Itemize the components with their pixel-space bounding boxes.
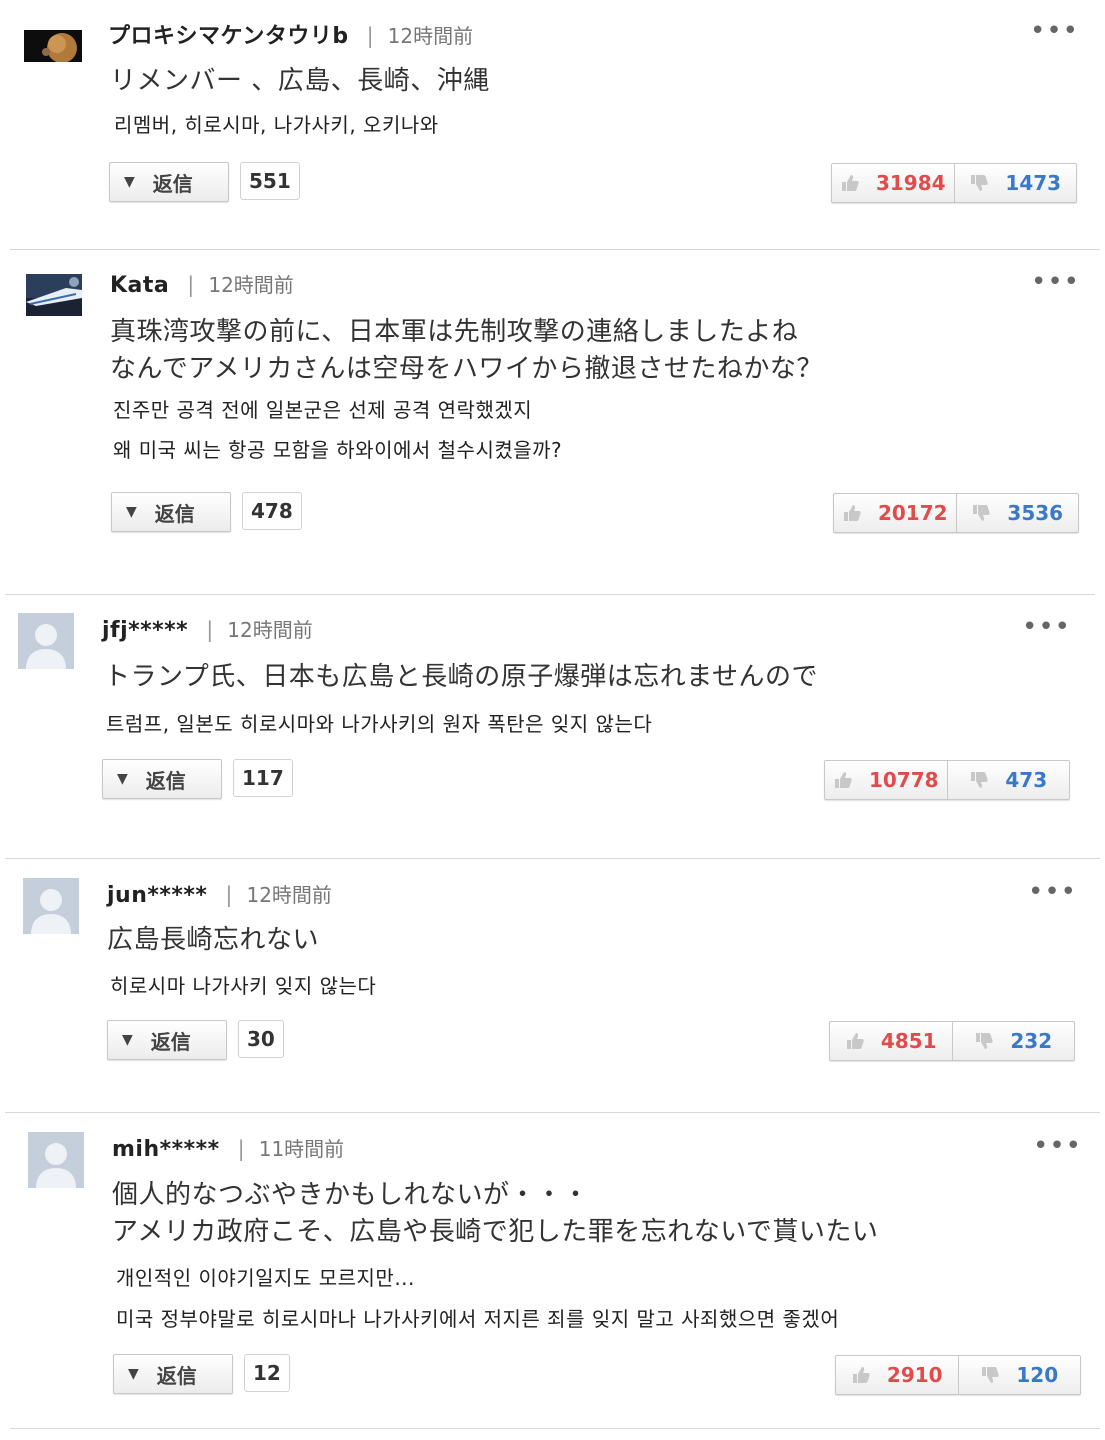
reply-button[interactable]: ▼ 返信 [109, 162, 229, 202]
username[interactable]: Kata [110, 273, 169, 298]
dislike-button[interactable]: 232 [951, 1022, 1075, 1060]
thumbs-down-icon [976, 1033, 994, 1049]
more-options-icon[interactable]: ••• [1031, 269, 1080, 295]
dislike-button[interactable]: 3536 [955, 494, 1079, 532]
comment-text-jp: 真珠湾攻撃の前に、日本軍は先制攻撃の連絡しましたよね [110, 317, 799, 347]
thumbs-up-icon [846, 1033, 864, 1049]
username[interactable]: jfj***** [102, 618, 188, 643]
dislike-count: 232 [1010, 1029, 1053, 1053]
vote-box: 2910 120 [835, 1355, 1081, 1395]
comment-text-jp: トランプ氏、日本も広島と長崎の原子爆弾は忘れませんので [104, 662, 818, 692]
dislike-count: 473 [1005, 768, 1048, 792]
like-count: 31984 [875, 171, 946, 195]
caret-down-icon: ▼ [122, 1032, 133, 1048]
dislike-count: 3536 [1007, 501, 1064, 525]
like-button[interactable]: 2910 [836, 1356, 958, 1394]
comment-text-jp: リメンバー 、広島、長崎、沖縄 [110, 66, 490, 96]
timestamp: 12時間前 [227, 618, 313, 642]
more-options-icon[interactable]: ••• [1030, 18, 1079, 44]
planet-avatar-icon[interactable] [24, 30, 82, 62]
username[interactable]: mih***** [112, 1137, 220, 1162]
dislike-button[interactable]: 473 [946, 761, 1070, 799]
separator: | [366, 24, 374, 48]
comment-translation-ko: 개인적인 이야기일지도 모르지만... [116, 1266, 415, 1290]
like-button[interactable]: 4851 [830, 1022, 952, 1060]
timestamp: 12時間前 [208, 273, 294, 297]
username[interactable]: jun***** [107, 883, 207, 908]
reply-count: 478 [242, 492, 302, 530]
reply-label: 返信 [152, 171, 193, 196]
vote-box: 20172 3536 [833, 493, 1079, 533]
thumbs-down-icon [973, 505, 991, 521]
separator: | [237, 1137, 245, 1161]
comment-text-jp: 個人的なつぶやきかもしれないが・・・ [112, 1180, 590, 1210]
reply-label: 返信 [150, 1029, 191, 1054]
vote-box: 10778 473 [824, 760, 1070, 800]
thumbs-down-icon [982, 1367, 1000, 1383]
dislike-button[interactable]: 120 [957, 1356, 1081, 1394]
thumbs-up-icon [841, 175, 859, 191]
comment-text-jp: 広島長崎忘れない [107, 925, 320, 955]
divider [5, 1112, 1100, 1113]
thumbs-up-icon [834, 772, 852, 788]
like-button[interactable]: 20172 [834, 494, 956, 532]
reply-label: 返信 [145, 768, 186, 793]
comment-text-jp: アメリカ政府こそ、広島や長崎で犯した罪を忘れないで貰いたい [112, 1217, 879, 1247]
like-count: 2910 [886, 1363, 943, 1387]
timestamp: 12時間前 [246, 883, 332, 907]
like-button[interactable]: 10778 [825, 761, 947, 799]
separator: | [206, 618, 214, 642]
thumbs-down-icon [971, 772, 989, 788]
like-button[interactable]: 31984 [832, 164, 954, 202]
reply-button[interactable]: ▼ 返信 [113, 1354, 233, 1394]
reply-label: 返信 [156, 1363, 197, 1388]
comment-translation-ko: 왜 미국 씨는 항공 모함을 하와이에서 철수시켰을까? [113, 438, 563, 462]
reply-count: 117 [233, 759, 293, 797]
dislike-count: 120 [1016, 1363, 1059, 1387]
like-count: 10778 [868, 768, 939, 792]
divider [10, 1428, 1100, 1429]
vote-box: 31984 1473 [831, 163, 1077, 203]
train-avatar-icon[interactable] [26, 274, 82, 316]
comment-translation-ko: 미국 정부야말로 히로시마나 나가사키에서 저지른 죄를 잊지 말고 사죄했으면… [116, 1307, 840, 1331]
default-user-avatar-icon[interactable] [23, 878, 79, 934]
reply-button[interactable]: ▼ 返信 [102, 759, 222, 799]
vote-box: 4851 232 [829, 1021, 1075, 1061]
like-count: 20172 [877, 501, 948, 525]
comment-translation-ko: 히로시마 나가사키 잊지 않는다 [110, 974, 377, 998]
more-options-icon[interactable]: ••• [1028, 879, 1077, 905]
caret-down-icon: ▼ [126, 504, 137, 520]
default-user-avatar-icon[interactable] [28, 1132, 84, 1188]
dislike-button[interactable]: 1473 [953, 164, 1077, 202]
comment-translation-ko: 진주만 공격 전에 일본군은 선제 공격 연락했겠지 [113, 398, 533, 422]
more-options-icon[interactable]: ••• [1033, 1133, 1082, 1159]
default-user-avatar-icon[interactable] [18, 613, 74, 669]
reply-button[interactable]: ▼ 返信 [107, 1020, 227, 1060]
reply-button[interactable]: ▼ 返信 [111, 492, 231, 532]
caret-down-icon: ▼ [128, 1366, 139, 1382]
reply-count: 551 [240, 162, 300, 200]
comment-translation-ko: 리멤버, 히로시마, 나가사키, 오키나와 [114, 113, 439, 137]
thumbs-up-icon [843, 505, 861, 521]
divider [5, 594, 1095, 595]
reply-count: 12 [244, 1354, 290, 1392]
reply-count: 30 [238, 1020, 284, 1058]
divider [10, 249, 1100, 250]
caret-down-icon: ▼ [117, 771, 128, 787]
comment-text-jp: なんでアメリカさんは空母をハワイから撤退させたねかな？ [110, 354, 823, 384]
caret-down-icon: ▼ [124, 174, 135, 190]
dislike-count: 1473 [1005, 171, 1062, 195]
like-count: 4851 [880, 1029, 937, 1053]
timestamp: 11時間前 [258, 1137, 345, 1161]
separator: | [225, 883, 233, 907]
thumbs-up-icon [852, 1367, 870, 1383]
divider [5, 858, 1100, 859]
comment-translation-ko: 트럼프, 일본도 히로시마와 나가사키의 원자 폭탄은 잊지 않는다 [106, 712, 653, 736]
timestamp: 12時間前 [387, 24, 474, 48]
reply-label: 返信 [154, 501, 195, 526]
username[interactable]: プロキシマケンタウリb [108, 24, 349, 49]
thumbs-down-icon [971, 175, 989, 191]
more-options-icon[interactable]: ••• [1022, 614, 1071, 640]
separator: | [187, 273, 195, 297]
